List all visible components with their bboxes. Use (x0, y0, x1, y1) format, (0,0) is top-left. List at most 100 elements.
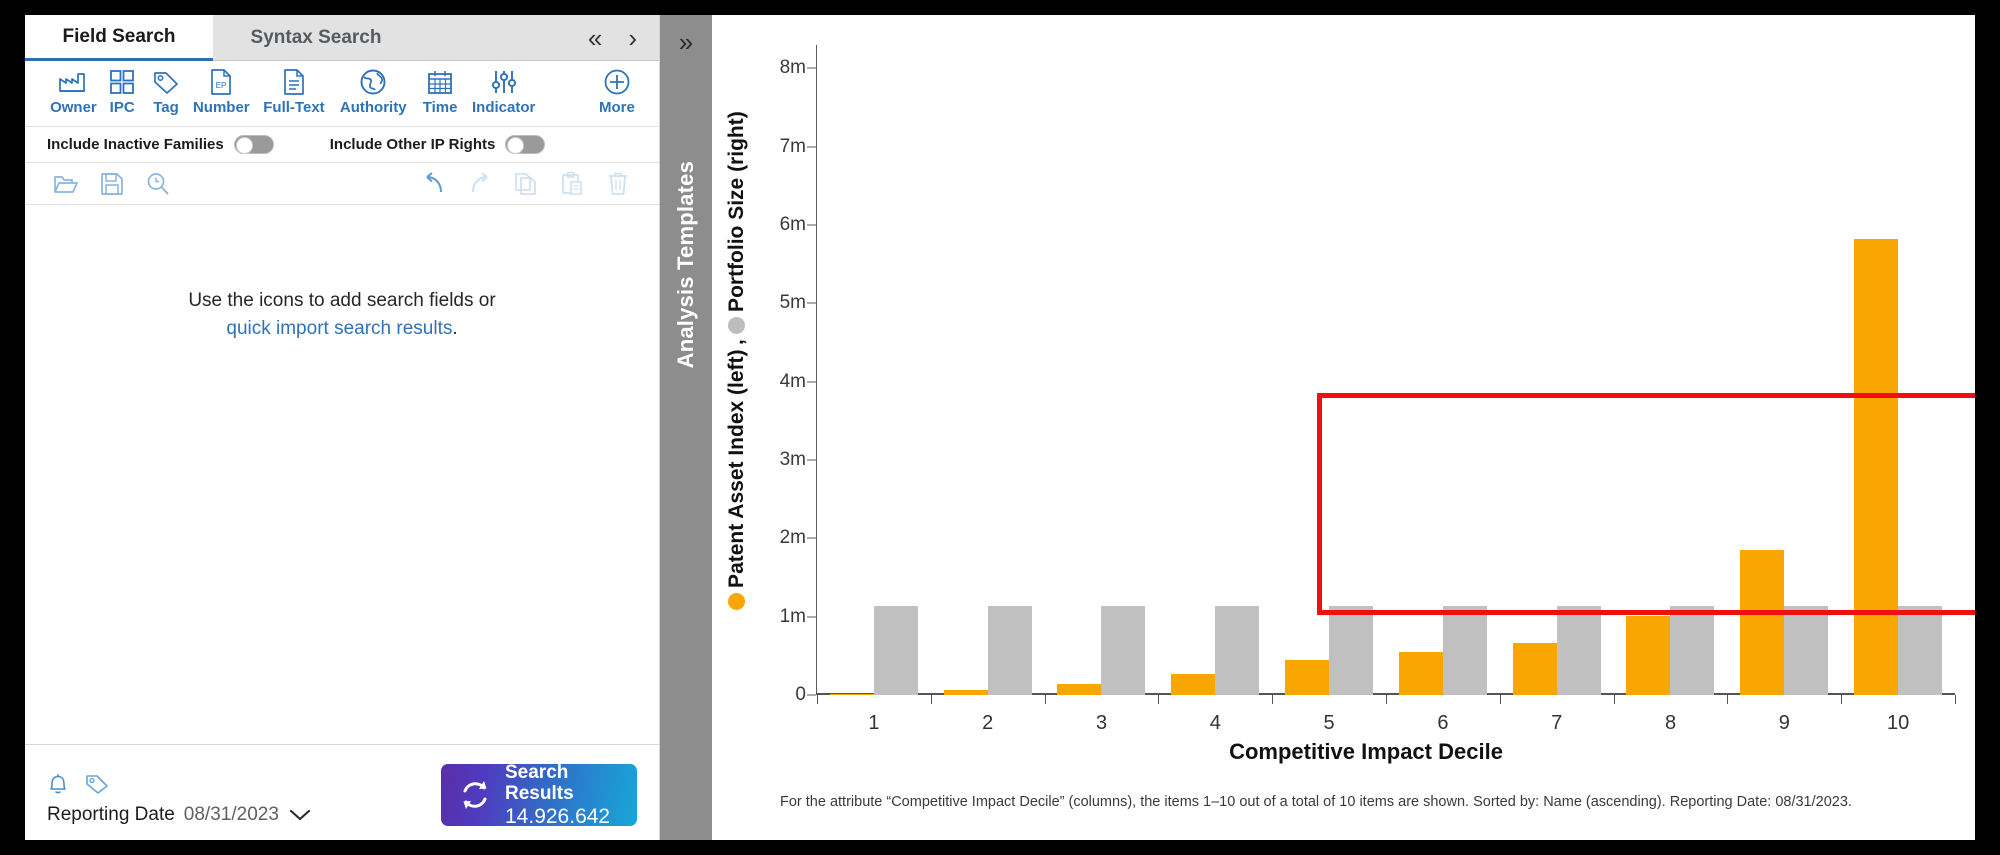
tab-field-search-label: Field Search (62, 25, 176, 47)
chevron-down-icon[interactable] (288, 808, 312, 822)
tab-field-search[interactable]: Field Search (25, 15, 213, 61)
y-axis-tick-label: 1m (779, 605, 806, 627)
x-axis-tick-label: 9 (1778, 712, 1790, 734)
search-field-indicator-label: Indicator (472, 99, 536, 116)
bar-patent-asset-index[interactable] (1398, 652, 1443, 695)
delete-button[interactable] (595, 171, 641, 196)
search-field-owner[interactable]: Owner (47, 67, 100, 116)
y-axis-tick-label: 7m (779, 135, 806, 157)
reporting-date-control[interactable]: Reporting Date 08/31/2023 (47, 804, 312, 826)
x-axis-tick-label: 2 (982, 712, 994, 734)
bell-icon[interactable] (47, 772, 69, 796)
x-axis-tick (817, 695, 818, 704)
bar-patent-asset-index[interactable] (943, 689, 988, 695)
search-field-time[interactable]: Time (414, 67, 467, 116)
search-results-count: 14.926.642 (505, 804, 611, 828)
undo-button[interactable] (411, 171, 457, 196)
chart-bar-group[interactable] (931, 45, 1045, 695)
bar-patent-asset-index[interactable] (1285, 660, 1330, 695)
chart-x-axis-title: Competitive Impact Decile (1229, 739, 1503, 764)
tabs-navigation: « › (569, 15, 659, 60)
search-field-more[interactable]: More (589, 67, 645, 116)
reporting-date-label: Reporting Date (47, 804, 175, 825)
bar-patent-asset-index[interactable] (1171, 674, 1216, 695)
bar-patent-asset-index[interactable] (1854, 238, 1899, 695)
search-field-number[interactable]: EP Number (187, 67, 255, 116)
bar-portfolio-size[interactable] (873, 605, 918, 695)
y-axis-tick-label: 2m (779, 527, 806, 549)
chart-bar-group[interactable] (1158, 45, 1272, 695)
bar-patent-asset-index[interactable] (1626, 615, 1671, 695)
legend-dot-patent-asset-index (728, 592, 746, 610)
chart-bar-group[interactable] (1727, 45, 1841, 695)
y-axis-tick (807, 224, 816, 226)
bar-patent-asset-index[interactable] (1740, 550, 1785, 695)
search-field-tag[interactable]: Tag (145, 67, 188, 116)
empty-state-line-2: quick import search results. (226, 315, 457, 343)
bar-portfolio-size[interactable] (1101, 605, 1146, 695)
chart-bar-group[interactable] (1386, 45, 1500, 695)
save-button[interactable] (89, 172, 135, 196)
search-field-authority[interactable]: Authority (333, 67, 414, 116)
search-field-authority-label: Authority (339, 99, 407, 116)
search-results-button[interactable]: Search Results 14.926.642 (441, 762, 637, 828)
paste-button[interactable] (549, 171, 595, 196)
tabs-spacer (419, 15, 570, 60)
bar-portfolio-size[interactable] (1784, 605, 1829, 695)
copy-button[interactable] (503, 172, 549, 196)
chart-bar-group[interactable] (1045, 45, 1159, 695)
search-panel-footer: Reporting Date 08/31/2023 Search Results… (25, 744, 659, 840)
chart-bar-group[interactable] (1841, 45, 1955, 695)
option-include-inactive-families-label: Include Inactive Families (47, 136, 224, 153)
open-folder-button[interactable] (43, 173, 89, 195)
search-field-full-text-label: Full-Text (263, 99, 325, 116)
search-options-row: Include Inactive Families Include Other … (25, 127, 659, 163)
search-field-time-label: Time (422, 99, 458, 116)
search-history-button[interactable] (135, 172, 181, 196)
chart-bar-group[interactable] (1272, 45, 1386, 695)
chart-bar-group[interactable] (1614, 45, 1728, 695)
tab-syntax-search-label: Syntax Search (250, 26, 382, 48)
chart-y-axis: 0 1m 2m 3m 4m 5m 6m 7m 8m (772, 45, 816, 705)
y-axis-tick (807, 381, 816, 383)
y-axis-series-2-label: Portfolio Size (right) (725, 110, 748, 312)
bar-portfolio-size[interactable] (1215, 605, 1260, 695)
tag-icon[interactable] (85, 773, 109, 795)
include-other-ip-rights-toggle[interactable] (505, 135, 546, 154)
chart-bar-group[interactable] (817, 45, 931, 695)
bar-patent-asset-index[interactable] (829, 693, 874, 695)
sliders-icon (490, 67, 518, 97)
bar-portfolio-size[interactable] (1670, 605, 1715, 695)
x-axis-tick-label: 7 (1551, 712, 1563, 734)
bar-patent-asset-index[interactable] (1512, 642, 1557, 695)
bar-portfolio-size[interactable] (1556, 605, 1601, 695)
globe-icon (359, 67, 387, 97)
bar-patent-asset-index[interactable] (1057, 684, 1102, 695)
search-field-ipc[interactable]: IPC (100, 67, 145, 116)
bar-portfolio-size[interactable] (1442, 605, 1487, 695)
redo-button[interactable] (457, 171, 503, 196)
search-field-indicator[interactable]: Indicator (467, 67, 541, 116)
search-field-full-text[interactable]: Full-Text (255, 67, 333, 116)
plus-circle-icon (603, 67, 631, 97)
x-axis-tick-label: 10 (1886, 712, 1910, 734)
x-axis-tick-label: 1 (868, 712, 880, 734)
chevron-right-icon[interactable]: › (628, 25, 637, 51)
floppy-disk-icon (100, 172, 124, 196)
bar-portfolio-size[interactable] (1329, 605, 1374, 695)
clipboard-paste-icon (560, 171, 584, 196)
search-action-bar (25, 163, 659, 205)
chevron-double-right-icon[interactable]: » (679, 29, 693, 55)
bar-portfolio-size[interactable] (987, 605, 1032, 695)
chart-bar-group[interactable] (1500, 45, 1614, 695)
tab-syntax-search[interactable]: Syntax Search (213, 15, 419, 60)
search-field-ipc-label: IPC (109, 99, 135, 116)
analysis-templates-strip[interactable]: » Analysis Templates (660, 15, 712, 840)
quick-import-link[interactable]: quick import search results (226, 318, 452, 339)
empty-state-message: Use the icons to add search fields or qu… (25, 205, 659, 744)
undo-arrow-icon (421, 171, 447, 196)
include-inactive-families-toggle[interactable] (233, 135, 274, 154)
bar-portfolio-size[interactable] (1898, 605, 1943, 695)
chart-caption: For the attribute “Competitive Impact De… (780, 794, 1852, 810)
chevron-double-left-icon[interactable]: « (588, 25, 602, 51)
